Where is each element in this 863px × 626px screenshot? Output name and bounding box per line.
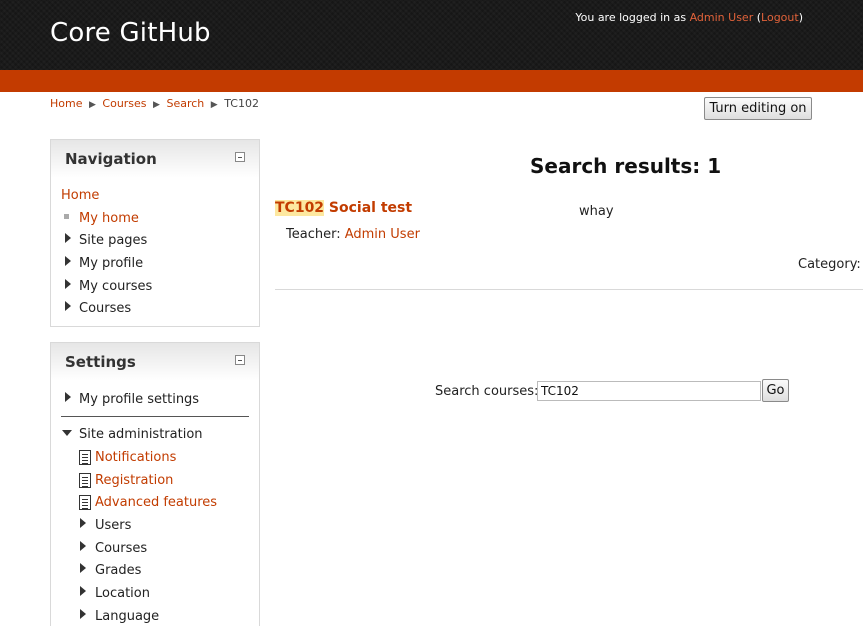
settings-item-profile[interactable]: My profile settings bbox=[79, 392, 199, 407]
course-category: Category: bbox=[798, 257, 861, 272]
login-prefix: You are logged in as bbox=[575, 11, 690, 24]
bullet-icon bbox=[64, 214, 69, 219]
admin-grades-item[interactable]: Grades bbox=[95, 563, 141, 578]
collapse-icon[interactable] bbox=[235, 152, 245, 162]
expand-arrow-icon[interactable] bbox=[80, 518, 86, 528]
admin-location-item[interactable]: Location bbox=[95, 586, 150, 601]
course-result-link[interactable]: TC102 Social test bbox=[275, 200, 412, 216]
expand-arrow-icon[interactable] bbox=[65, 256, 71, 266]
breadcrumb-separator-icon: ▶ bbox=[153, 100, 160, 110]
teacher-label: Teacher: bbox=[286, 227, 345, 242]
expand-arrow-icon[interactable] bbox=[65, 279, 71, 289]
search-courses-label: Search courses: bbox=[435, 384, 539, 399]
breadcrumb-current: TC102 bbox=[224, 97, 259, 110]
page-icon bbox=[79, 495, 91, 510]
search-go-button[interactable]: Go bbox=[762, 379, 789, 402]
collapse-arrow-icon[interactable] bbox=[62, 430, 72, 436]
settings-title: Settings bbox=[65, 353, 136, 371]
navigation-title: Navigation bbox=[65, 150, 157, 168]
course-summary: whay bbox=[579, 204, 614, 219]
logout-link[interactable]: Logout bbox=[761, 11, 799, 24]
course-name: Social test bbox=[324, 200, 413, 216]
site-title[interactable]: Core GitHub bbox=[50, 18, 211, 48]
logout-open: ( bbox=[753, 11, 762, 24]
breadcrumb: Home ▶ Courses ▶ Search ▶ TC102 bbox=[50, 97, 259, 110]
nav-item-courses[interactable]: Courses bbox=[79, 301, 131, 316]
expand-arrow-icon[interactable] bbox=[65, 392, 71, 402]
page-header: Core GitHub You are logged in as Admin U… bbox=[0, 0, 863, 70]
admin-courses-item[interactable]: Courses bbox=[95, 541, 147, 556]
nav-home-link[interactable]: Home bbox=[61, 188, 99, 203]
admin-notifications-link[interactable]: Notifications bbox=[95, 450, 176, 465]
divider bbox=[61, 416, 249, 417]
search-results-title: Search results: 1 bbox=[530, 154, 722, 178]
teacher-link[interactable]: Admin User bbox=[345, 227, 420, 242]
navigation-block: Navigation Home My home Site pages My pr… bbox=[50, 139, 260, 327]
admin-language-item[interactable]: Language bbox=[95, 609, 159, 624]
nav-item-site-pages[interactable]: Site pages bbox=[79, 233, 147, 248]
breadcrumb-home[interactable]: Home bbox=[50, 97, 82, 110]
settings-item-site-admin[interactable]: Site administration bbox=[79, 427, 203, 442]
settings-block: Settings My profile settings Site admini… bbox=[50, 342, 260, 626]
breadcrumb-search[interactable]: Search bbox=[166, 97, 204, 110]
admin-users-item[interactable]: Users bbox=[95, 518, 131, 533]
expand-arrow-icon[interactable] bbox=[80, 563, 86, 573]
breadcrumb-separator-icon: ▶ bbox=[210, 100, 218, 110]
navigation-block-header: Navigation bbox=[51, 140, 259, 178]
nav-item-my-courses[interactable]: My courses bbox=[79, 279, 152, 294]
user-link[interactable]: Admin User bbox=[690, 11, 754, 24]
expand-arrow-icon[interactable] bbox=[65, 301, 71, 311]
expand-arrow-icon[interactable] bbox=[80, 541, 86, 551]
breadcrumb-separator-icon: ▶ bbox=[88, 100, 96, 110]
logout-close: ) bbox=[798, 11, 803, 24]
course-code-highlight: TC102 bbox=[275, 200, 325, 216]
accent-bar bbox=[0, 70, 863, 92]
login-info: You are logged in as Admin User (Logout) bbox=[575, 11, 803, 24]
settings-block-header: Settings bbox=[51, 343, 259, 381]
expand-arrow-icon[interactable] bbox=[65, 233, 71, 243]
collapse-icon[interactable] bbox=[235, 355, 245, 365]
page-icon bbox=[79, 450, 91, 465]
admin-registration-link[interactable]: Registration bbox=[95, 473, 173, 488]
nav-item-my-profile[interactable]: My profile bbox=[79, 256, 143, 271]
course-teacher: Teacher: Admin User bbox=[286, 227, 420, 242]
search-courses-input[interactable] bbox=[537, 381, 761, 401]
turn-editing-on-button[interactable]: Turn editing on bbox=[704, 97, 812, 120]
nav-item-my-home[interactable]: My home bbox=[79, 211, 139, 226]
divider bbox=[275, 289, 863, 290]
breadcrumb-courses[interactable]: Courses bbox=[102, 97, 146, 110]
admin-advanced-features-link[interactable]: Advanced features bbox=[95, 495, 217, 510]
expand-arrow-icon[interactable] bbox=[80, 586, 86, 596]
expand-arrow-icon[interactable] bbox=[80, 609, 86, 619]
page-icon bbox=[79, 473, 91, 488]
